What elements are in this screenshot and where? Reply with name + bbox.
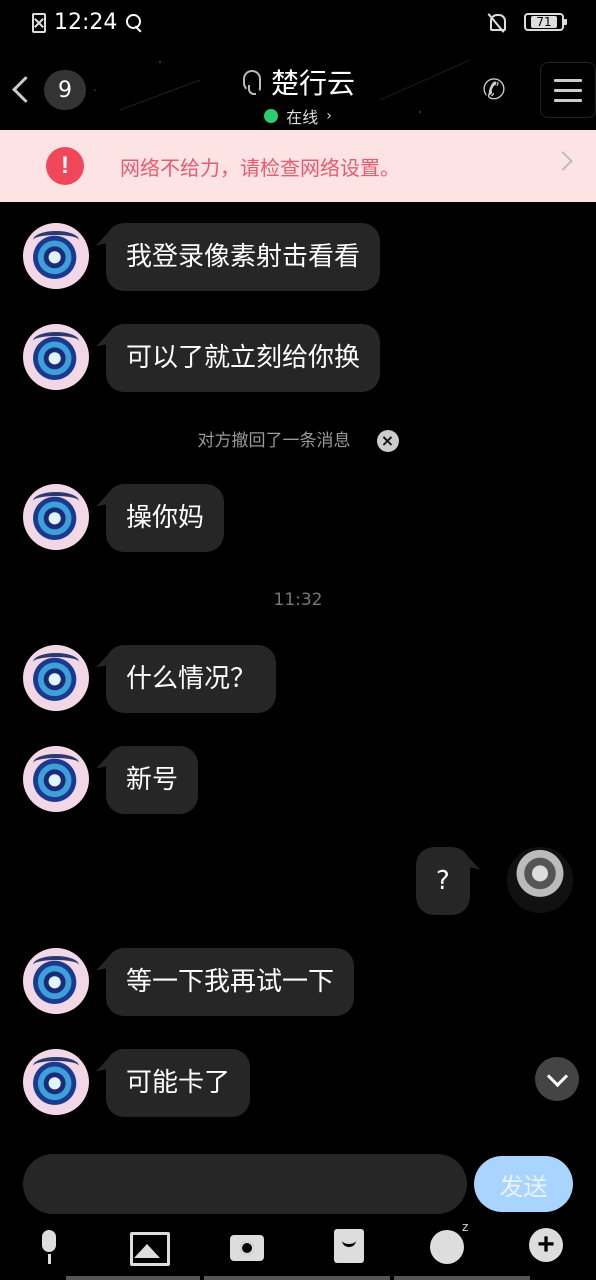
message-bubble-incoming[interactable]: 新号: [106, 746, 199, 814]
contact-avatar[interactable]: [23, 746, 89, 812]
image-icon[interactable]: [128, 1226, 170, 1266]
battery-level: 71: [531, 16, 557, 28]
online-dot-icon: [264, 109, 279, 123]
earpiece-mode-icon[interactable]: [241, 69, 261, 95]
network-warning-text: 网络不给力，请检查网络设置。: [120, 155, 400, 180]
message-bubble-incoming[interactable]: 我登录像素射击看看: [106, 223, 381, 291]
red-packet-icon[interactable]: [330, 1226, 370, 1266]
contact-avatar[interactable]: [23, 324, 89, 390]
contact-avatar[interactable]: [23, 484, 89, 550]
mute-bell-icon: [488, 12, 506, 32]
battery-icon: 71: [524, 13, 567, 31]
menu-button[interactable]: [540, 62, 596, 118]
message-bubble-incoming[interactable]: 操你妈: [106, 484, 225, 552]
send-button[interactable]: 发送: [474, 1156, 573, 1212]
no-sim-icon: [32, 12, 46, 33]
contact-avatar[interactable]: [23, 223, 89, 289]
camera-icon[interactable]: [228, 1226, 268, 1266]
chat-header: 9 楚行云 在线 › ✆: [0, 50, 596, 130]
search-icon: [125, 13, 145, 33]
scroll-to-bottom-button[interactable]: [535, 1057, 579, 1101]
emoji-icon[interactable]: [428, 1220, 468, 1266]
message-bubble-incoming[interactable]: 可能卡了: [106, 1049, 251, 1117]
plus-icon[interactable]: [527, 1226, 567, 1266]
chevron-right-icon: [553, 151, 573, 171]
phone-call-button[interactable]: ✆: [476, 72, 512, 108]
contact-avatar[interactable]: [23, 645, 89, 711]
close-icon[interactable]: ×: [376, 430, 399, 452]
nav-bar-segment: [66, 1276, 200, 1280]
message-timestamp: 11:32: [273, 590, 323, 610]
status-time: 12:24: [54, 10, 118, 35]
status-bar: 12:24 71: [0, 0, 596, 48]
presence-text: 在线: [286, 108, 319, 127]
microphone-icon[interactable]: [30, 1226, 70, 1266]
message-bubble-outgoing[interactable]: ?: [416, 847, 470, 915]
chat-title[interactable]: 楚行云: [271, 62, 355, 102]
message-bubble-incoming[interactable]: 等一下我再试一下: [106, 948, 355, 1016]
nav-bar-segment: [394, 1276, 530, 1280]
nav-bar-segment: [204, 1276, 390, 1280]
chevron-right-icon: ›: [326, 108, 332, 124]
message-bubble-incoming[interactable]: 可以了就立刻给你换: [106, 324, 381, 392]
contact-avatar[interactable]: [23, 1049, 89, 1115]
message-bubble-incoming[interactable]: 什么情况？: [106, 645, 277, 713]
contact-avatar[interactable]: [23, 948, 89, 1014]
alert-icon: !: [46, 147, 84, 185]
self-avatar[interactable]: [507, 847, 573, 913]
input-toolbar: [0, 1220, 596, 1272]
network-warning-banner[interactable]: ! 网络不给力，请检查网络设置。: [0, 130, 596, 202]
recall-notice: 对方撤回了一条消息 ×: [0, 426, 596, 452]
message-input[interactable]: [23, 1154, 467, 1214]
recall-notice-text: 对方撤回了一条消息: [197, 431, 351, 451]
